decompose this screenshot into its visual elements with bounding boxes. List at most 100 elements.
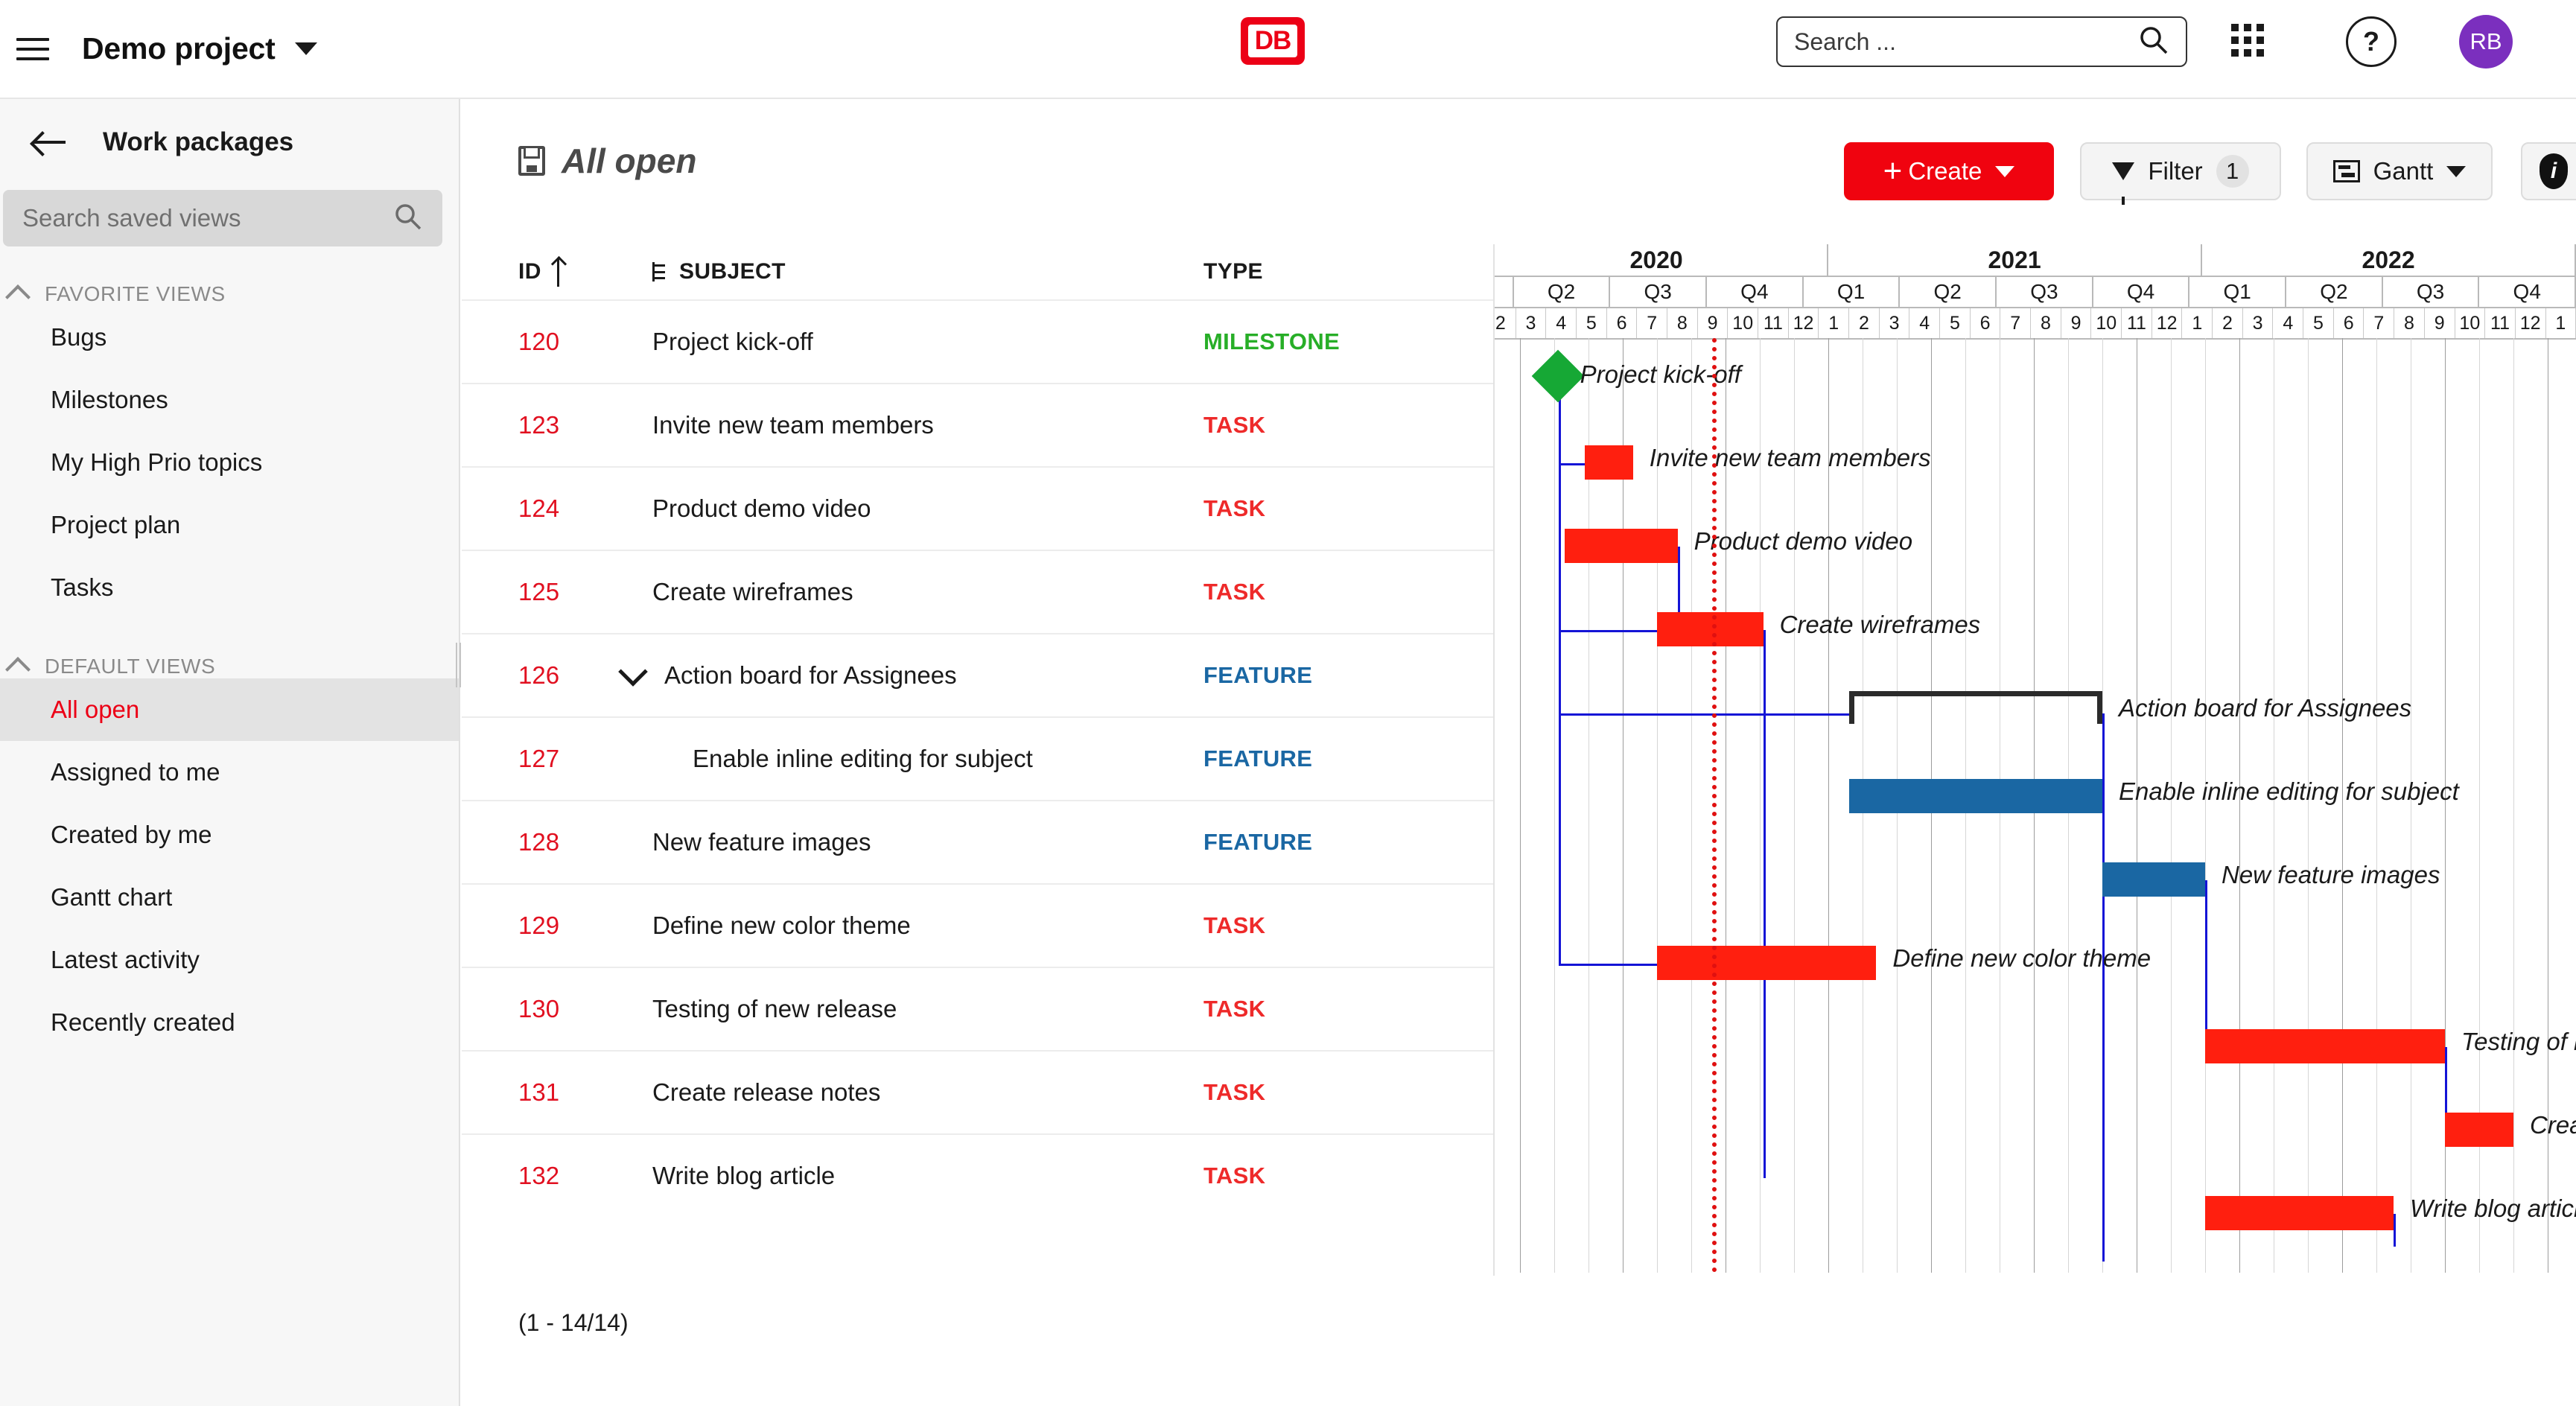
sidebar-item-project-plan[interactable]: Project plan <box>0 494 459 556</box>
work-package-subject[interactable]: Project kick-off <box>652 328 1203 356</box>
gantt-month-cell: 3 <box>1516 308 1547 338</box>
table-row[interactable]: 131 Create release notes TASK <box>462 1050 1493 1133</box>
table-row[interactable]: 130 Testing of new release TASK <box>462 967 1493 1050</box>
work-package-id-link[interactable]: 124 <box>518 494 652 523</box>
gantt-bar[interactable] <box>2205 1196 2394 1230</box>
work-package-subject[interactable]: Product demo video <box>652 494 1203 523</box>
work-package-id-link[interactable]: 130 <box>518 995 652 1023</box>
work-package-subject[interactable]: New feature images <box>652 828 1203 856</box>
work-package-id-link[interactable]: 128 <box>518 828 652 856</box>
gantt-milestone-diamond[interactable] <box>1531 349 1584 403</box>
work-package-id-link[interactable]: 129 <box>518 912 652 940</box>
table-row[interactable]: 132 Write blog article TASK <box>462 1133 1493 1217</box>
help-icon[interactable]: ? <box>2346 16 2397 67</box>
work-package-subject[interactable]: Create wireframes <box>652 578 1203 606</box>
table-row[interactable]: 120 Project kick-off MILESTONE <box>462 299 1493 383</box>
gantt-bar[interactable] <box>2102 862 2205 897</box>
column-header-type[interactable]: TYPE <box>1203 259 1427 284</box>
gantt-bar[interactable] <box>1657 612 1764 646</box>
table-row[interactable]: 127 Enable inline editing for subject FEAT… <box>462 716 1493 800</box>
work-package-type[interactable]: MILESTONE <box>1203 328 1427 355</box>
sidebar-item-created-by-me[interactable]: Created by me <box>0 804 459 866</box>
work-package-subject[interactable]: Enable inline editing for subject <box>652 745 1203 773</box>
table-row[interactable]: 128 New feature images FEATURE <box>462 800 1493 883</box>
back-arrow-icon[interactable] <box>33 131 67 153</box>
sidebar-resize-handle[interactable] <box>456 643 462 687</box>
table-row[interactable]: 129 Define new color theme TASK <box>462 883 1493 967</box>
sidebar-item-milestones[interactable]: Milestones <box>0 369 459 431</box>
apps-grid-icon[interactable] <box>2231 24 2270 63</box>
work-packages-table: ID SUBJECT TYPE 120 Project kick-off MILES… <box>462 244 1493 1279</box>
gantt-view-button[interactable]: Gantt <box>2306 142 2493 200</box>
db-logo-text: DB <box>1248 25 1297 57</box>
table-row[interactable]: 123 Invite new team members TASK <box>462 383 1493 466</box>
column-header-id[interactable]: ID <box>518 257 652 287</box>
search-icon[interactable] <box>2138 25 2169 60</box>
project-selector[interactable]: Demo project <box>82 31 317 66</box>
work-package-id-link[interactable]: 127 <box>518 745 652 773</box>
work-package-id-link[interactable]: 123 <box>518 411 652 439</box>
saved-views-search[interactable] <box>3 190 442 246</box>
search-input[interactable] <box>1794 28 2138 56</box>
hamburger-icon[interactable] <box>16 31 52 67</box>
work-package-subject[interactable]: Testing of new release <box>652 995 1203 1023</box>
work-package-type[interactable]: TASK <box>1203 996 1427 1022</box>
work-package-subject[interactable]: Action board for Assignees <box>618 657 1203 690</box>
gantt-quarter-cell: Q1 <box>1495 277 1514 307</box>
work-package-type[interactable]: FEATURE <box>1203 829 1427 856</box>
work-package-type[interactable]: FEATURE <box>1203 745 1427 772</box>
gantt-chart[interactable]: 202020212022 Q1Q2Q3Q4Q1Q2Q3Q4Q1Q2Q3Q4 23… <box>1493 244 2576 1276</box>
filter-button[interactable]: Filter 1 <box>2080 142 2281 205</box>
work-package-id-link[interactable]: 125 <box>518 578 652 606</box>
work-package-type[interactable]: TASK <box>1203 912 1427 939</box>
global-search[interactable] <box>1776 16 2187 67</box>
sidebar-item-assigned-to-me[interactable]: Assigned to me <box>0 741 459 804</box>
work-package-type[interactable]: TASK <box>1203 495 1427 522</box>
table-row[interactable]: 126 Action board for Assignees FEATURE <box>462 633 1493 716</box>
gantt-body[interactable]: Project kick-off Invite new team members P… <box>1495 338 2576 1273</box>
gantt-month-cell: 7 <box>1637 308 1668 338</box>
work-package-type[interactable]: TASK <box>1203 1162 1427 1189</box>
sidebar-item-my-high-prio-topics[interactable]: My High Prio topics <box>0 431 459 494</box>
column-header-subject[interactable]: SUBJECT <box>652 259 1203 284</box>
sidebar-item-bugs[interactable]: Bugs <box>0 306 459 369</box>
table-row[interactable]: 124 Product demo video TASK <box>462 466 1493 550</box>
gantt-month-cell: 12 <box>1789 308 1819 338</box>
work-package-subject[interactable]: Invite new team members <box>652 411 1203 439</box>
create-button[interactable]: + Create <box>1844 142 2054 200</box>
sidebar-section-favorite-views[interactable]: FAVORITE VIEWS <box>0 282 459 310</box>
work-package-id-link[interactable]: 120 <box>518 328 652 356</box>
gantt-bar-label: Product demo video <box>1694 527 1913 555</box>
saved-views-search-input[interactable] <box>22 204 393 232</box>
gantt-bar[interactable] <box>1657 946 1877 980</box>
gantt-split-handle[interactable] <box>1493 661 1495 704</box>
work-package-type[interactable]: FEATURE <box>1203 662 1427 689</box>
sidebar-item-latest-activity[interactable]: Latest activity <box>0 929 459 991</box>
work-package-id-link[interactable]: 131 <box>518 1078 652 1107</box>
work-package-subject[interactable]: Write blog article <box>652 1162 1203 1190</box>
work-package-type[interactable]: TASK <box>1203 579 1427 605</box>
gantt-summary-bar[interactable] <box>1848 691 2102 724</box>
sidebar-item-all-open[interactable]: All open <box>0 678 459 741</box>
sidebar-item-recently-created[interactable]: Recently created <box>0 991 459 1054</box>
gantt-bar[interactable] <box>2445 1113 2513 1147</box>
gantt-bar[interactable] <box>1564 529 1678 563</box>
gantt-bar[interactable] <box>1848 779 2102 813</box>
avatar[interactable]: RB <box>2459 15 2513 69</box>
search-icon[interactable] <box>393 202 423 235</box>
work-package-type[interactable]: TASK <box>1203 412 1427 439</box>
sidebar-section-default-views[interactable]: DEFAULT VIEWS <box>0 655 459 682</box>
gantt-bar[interactable] <box>2205 1029 2445 1063</box>
table-row[interactable]: 125 Create wireframes TASK <box>462 550 1493 633</box>
sidebar-item-gantt-chart[interactable]: Gantt chart <box>0 866 459 929</box>
work-package-subject[interactable]: Define new color theme <box>652 912 1203 940</box>
info-button[interactable]: i <box>2521 142 2576 200</box>
work-package-type[interactable]: TASK <box>1203 1079 1427 1106</box>
sort-ascending-icon <box>552 257 565 287</box>
sidebar-item-tasks[interactable]: Tasks <box>0 556 459 619</box>
gantt-bar[interactable] <box>1585 445 1633 480</box>
work-package-id-link[interactable]: 132 <box>518 1162 652 1190</box>
sidebar-item-label: Assigned to me <box>51 758 220 786</box>
work-package-subject[interactable]: Create release notes <box>652 1078 1203 1107</box>
gantt-month-cell: 12 <box>2516 308 2546 338</box>
